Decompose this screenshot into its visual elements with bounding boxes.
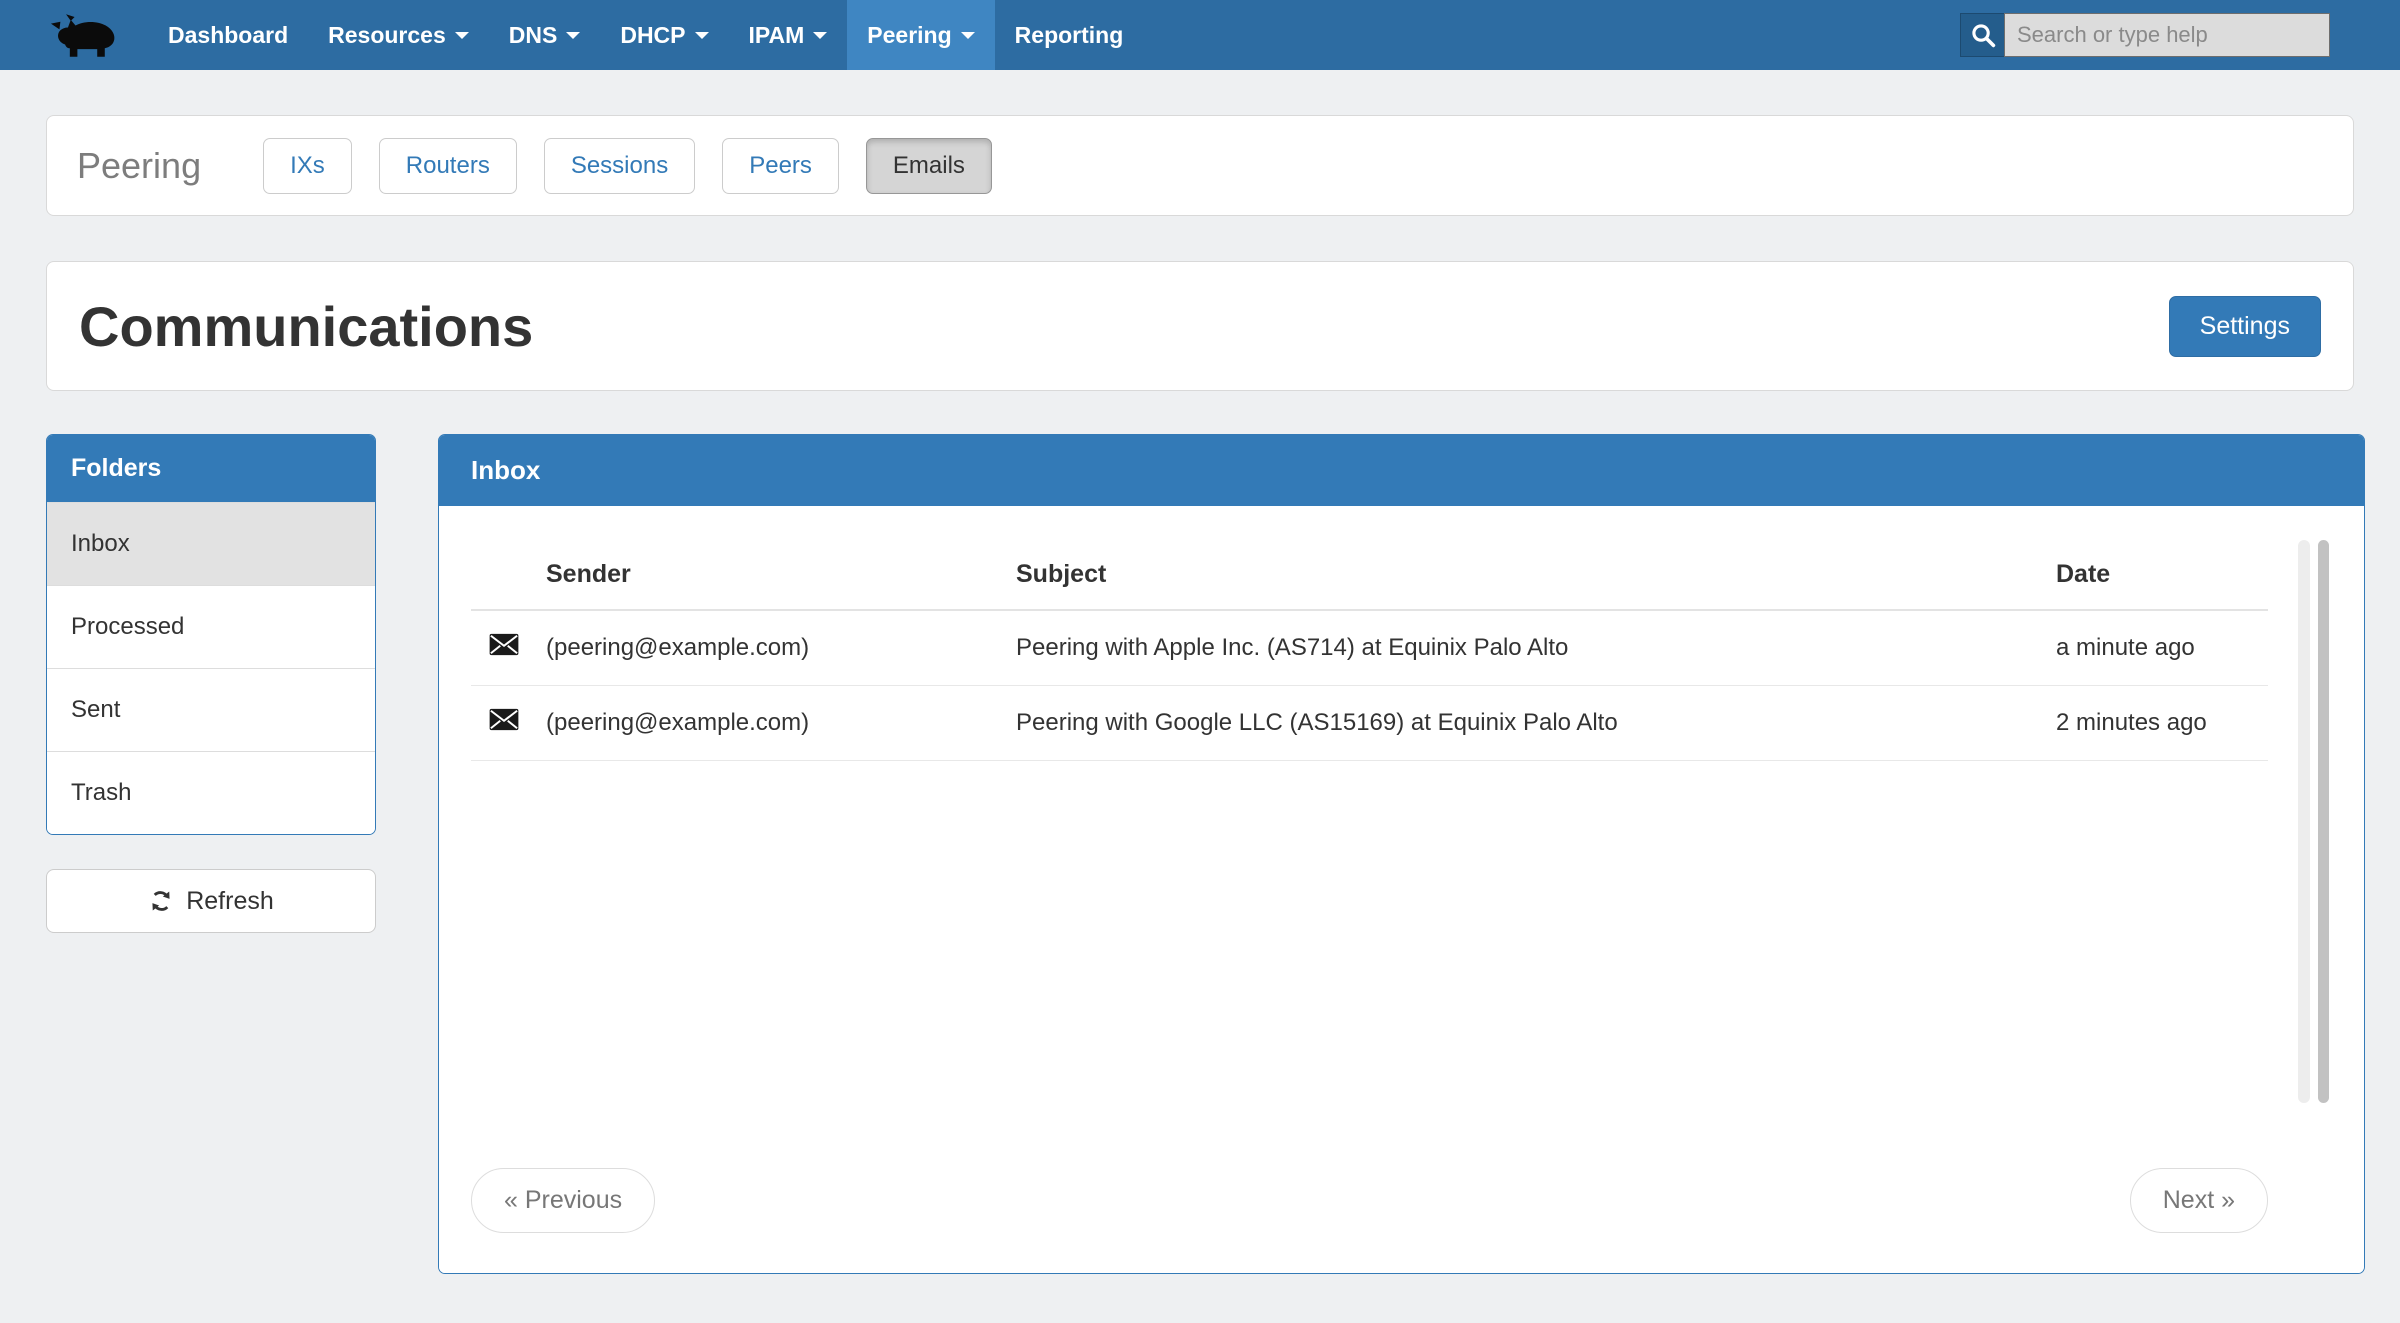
nav-item-label: Reporting xyxy=(1015,22,1124,49)
mail-subject: Peering with Apple Inc. (AS714) at Equin… xyxy=(1016,610,2056,686)
navbar-spacer xyxy=(1143,0,1960,70)
section-title: Peering xyxy=(77,145,201,187)
communications-header: Communications Settings xyxy=(46,261,2354,391)
global-search xyxy=(1960,0,2330,70)
page-title: Communications xyxy=(79,294,533,359)
chevron-down-icon xyxy=(961,32,975,39)
nav-item[interactable]: Reporting xyxy=(995,0,1144,70)
rhino-logo-icon xyxy=(50,12,118,58)
next-page-button[interactable]: Next » xyxy=(2130,1168,2268,1233)
previous-page-button[interactable]: « Previous xyxy=(471,1168,655,1233)
mail-date: a minute ago xyxy=(2056,610,2268,686)
page-content: Peering IXs Routers Sessions Peers Email… xyxy=(0,115,2400,1274)
mail-sender: (peering@example.com) xyxy=(546,610,1016,686)
mail-table-header-row: Sender Subject Date xyxy=(471,546,2268,610)
folders-panel: Folders Inbox Processed Sent Trash xyxy=(46,434,376,835)
mail-row[interactable]: (peering@example.com) Peering with Apple… xyxy=(471,610,2268,686)
search-icon-button[interactable] xyxy=(1960,13,2004,57)
column-header-sender: Sender xyxy=(546,546,1016,610)
brand-logo[interactable] xyxy=(50,0,118,70)
mail-date: 2 minutes ago xyxy=(2056,686,2268,761)
folder-item[interactable]: Trash xyxy=(47,751,375,834)
refresh-label: Refresh xyxy=(186,887,274,916)
peering-tab[interactable]: Routers xyxy=(379,138,517,194)
mail-row[interactable]: (peering@example.com) Peering with Googl… xyxy=(471,686,2268,761)
search-icon xyxy=(1970,22,1996,48)
folder-item[interactable]: Inbox xyxy=(47,502,375,585)
inbox-body: Sender Subject Date xyxy=(439,506,2364,1273)
folder-item[interactable]: Sent xyxy=(47,668,375,751)
scrollbar-thumb[interactable] xyxy=(2318,540,2329,1103)
envelope-icon xyxy=(489,633,519,656)
pagination: « Previous Next » xyxy=(471,1168,2268,1233)
folders-panel-title: Folders xyxy=(47,435,375,502)
column-header-subject: Subject xyxy=(1016,546,2056,610)
inbox-panel-title: Inbox xyxy=(439,435,2364,506)
folders-list: Inbox Processed Sent Trash xyxy=(47,502,375,834)
chevron-down-icon xyxy=(813,32,827,39)
peering-tab[interactable]: Emails xyxy=(866,138,992,194)
peering-tab[interactable]: Peers xyxy=(722,138,839,194)
main-nav: Dashboard Resources DNS DHCP IPAM xyxy=(148,0,1143,70)
top-navbar: Dashboard Resources DNS DHCP IPAM xyxy=(0,0,2400,70)
inbox-column: Inbox Sender Subject Date xyxy=(438,434,2365,1274)
refresh-icon xyxy=(148,888,174,914)
nav-item[interactable]: Dashboard xyxy=(148,0,308,70)
nav-item-label: IPAM xyxy=(749,22,805,49)
nav-item-label: Dashboard xyxy=(168,22,288,49)
envelope-icon xyxy=(489,708,519,731)
scrollbar-track xyxy=(2298,540,2310,1103)
chevron-down-icon xyxy=(695,32,709,39)
nav-item-label: Peering xyxy=(867,22,951,49)
refresh-button[interactable]: Refresh xyxy=(46,869,376,933)
nav-item[interactable]: Resources xyxy=(308,0,489,70)
search-input[interactable] xyxy=(2004,13,2330,57)
nav-item-label: DNS xyxy=(509,22,558,49)
nav-item[interactable]: DNS xyxy=(489,0,601,70)
chevron-down-icon xyxy=(455,32,469,39)
peering-tab-bar: Peering IXs Routers Sessions Peers Email… xyxy=(46,115,2354,216)
chevron-down-icon xyxy=(566,32,580,39)
folder-item[interactable]: Processed xyxy=(47,585,375,668)
mail-subject: Peering with Google LLC (AS15169) at Equ… xyxy=(1016,686,2056,761)
mail-table: Sender Subject Date xyxy=(471,546,2268,761)
nav-item-label: Resources xyxy=(328,22,446,49)
nav-item[interactable]: DHCP xyxy=(600,0,728,70)
mail-sender: (peering@example.com) xyxy=(546,686,1016,761)
nav-item-label: DHCP xyxy=(620,22,685,49)
column-header-date: Date xyxy=(2056,546,2268,610)
folders-column: Folders Inbox Processed Sent Trash xyxy=(46,434,376,933)
nav-item[interactable]: IPAM xyxy=(729,0,848,70)
peering-tab[interactable]: Sessions xyxy=(544,138,695,194)
inbox-panel: Inbox Sender Subject Date xyxy=(438,434,2365,1274)
peering-tabs: IXs Routers Sessions Peers Emails xyxy=(263,138,1019,194)
column-header-icon xyxy=(471,546,546,610)
nav-item[interactable]: Peering xyxy=(847,0,994,70)
settings-button[interactable]: Settings xyxy=(2169,296,2321,357)
peering-tab[interactable]: IXs xyxy=(263,138,352,194)
